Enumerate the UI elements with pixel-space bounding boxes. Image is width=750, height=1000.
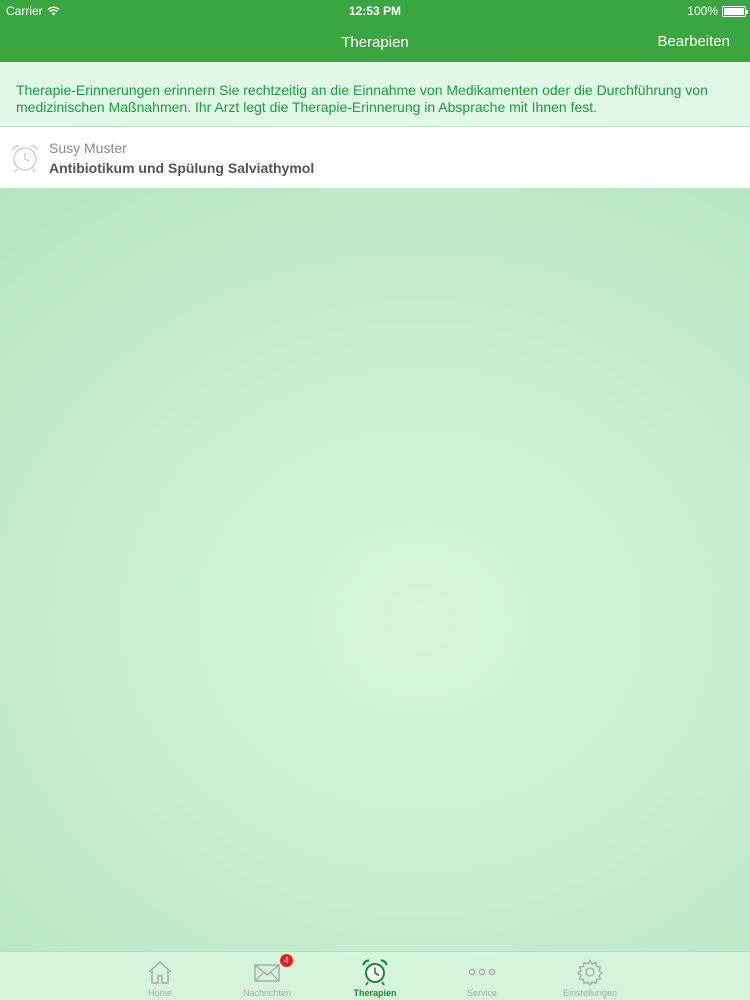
tab-service[interactable]: Service [437, 952, 527, 1000]
navigation-bar: Therapien Bearbeiten [0, 22, 750, 62]
alarm-clock-icon [362, 959, 388, 986]
more-dots-icon [468, 968, 496, 976]
gear-icon [576, 959, 604, 986]
envelope-icon [254, 964, 280, 982]
page-title: Therapien [341, 34, 409, 51]
tab-label-home: Home [147, 988, 172, 998]
edit-button[interactable]: Bearbeiten [657, 33, 730, 50]
status-right: 100% [687, 4, 748, 18]
battery-icon [722, 5, 748, 17]
unread-badge: 4 [280, 954, 293, 967]
tab-label-nachrichten: Nachrichten [242, 988, 292, 998]
tab-label-einstellungen: Einstellungen [562, 988, 618, 998]
intro-description: Therapie-Erinnerungen erinnern Sie recht… [0, 62, 750, 126]
therapy-patient-name: Susy Muster [49, 140, 127, 156]
home-icon [148, 961, 172, 984]
alarm-clock-icon [12, 145, 38, 173]
status-time: 12:53 PM [348, 4, 402, 18]
battery-percent: 100% [687, 4, 718, 18]
tab-bar: Home 4 Nachrichten Therapien Service Ein… [0, 951, 750, 1000]
therapy-list-item[interactable]: Susy Muster Antibiotikum und Spülung Sal… [0, 127, 750, 188]
tab-label-therapien: Therapien [353, 988, 397, 998]
status-bar: Carrier 12:53 PM 100% [0, 0, 750, 22]
tab-therapien[interactable]: Therapien [330, 952, 420, 1000]
therapy-description: Antibiotikum und Spülung Salviathymol [49, 160, 315, 176]
tab-nachrichten[interactable]: 4 Nachrichten [222, 952, 312, 1000]
tab-einstellungen[interactable]: Einstellungen [545, 952, 635, 1000]
tab-home[interactable]: Home [115, 952, 205, 1000]
tab-label-service: Service [466, 988, 497, 998]
